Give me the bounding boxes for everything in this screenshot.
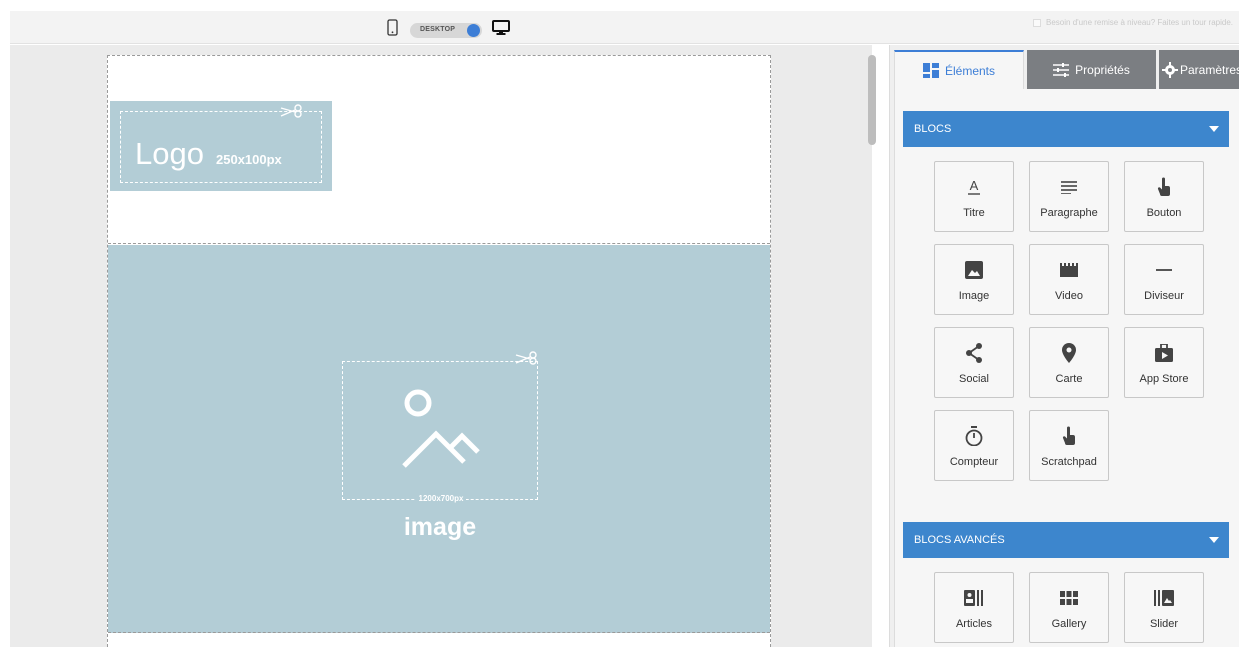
tile-label: App Store — [1139, 373, 1189, 385]
block-tile-gallery[interactable]: Gallery — [1029, 572, 1109, 643]
block-tile-bouton[interactable]: Bouton — [1124, 161, 1204, 232]
advanced-blocs-section-title: BLOCS AVANCÉS — [914, 534, 1005, 546]
mobile-icon[interactable] — [387, 19, 398, 41]
logo-placeholder[interactable]: Logo 250x100px — [110, 101, 332, 191]
tile-label: Diviseur — [1144, 290, 1184, 302]
block-tile-diviseur[interactable]: Diviseur — [1124, 244, 1204, 315]
hero-image-dashed-frame[interactable]: 1200x700px — [342, 361, 539, 503]
scissors-icon[interactable] — [280, 104, 304, 123]
elements-panel: Éléments Propriétés Paramètres BLOCS A T… — [889, 45, 1239, 647]
block-tile-paragraphe[interactable]: Paragraphe — [1029, 161, 1109, 232]
block-tile-slider[interactable]: Slider — [1124, 572, 1204, 643]
block-tile-app-store[interactable]: App Store — [1124, 327, 1204, 398]
tab-elements-label: Éléments — [944, 63, 996, 78]
blocs-section-header[interactable]: BLOCS — [903, 111, 1229, 147]
advanced-blocs-section-header[interactable]: BLOCS AVANCÉS — [903, 522, 1229, 558]
pointer-icon — [1030, 425, 1108, 447]
gallery-icon — [1030, 587, 1108, 609]
scissors-icon[interactable] — [515, 351, 539, 370]
sliders-icon — [1053, 62, 1070, 77]
gear-icon — [1162, 61, 1178, 78]
canvas-scrollbar[interactable] — [868, 55, 876, 145]
block-tile-image[interactable]: Image — [934, 244, 1014, 315]
hero-size-label: 1200x700px — [343, 494, 539, 503]
tile-label: Bouton — [1146, 207, 1182, 219]
tile-label: Scratchpad — [1041, 456, 1097, 468]
quick-tour-checkbox[interactable] — [1033, 18, 1042, 27]
logo-text: Logo — [135, 136, 204, 171]
block-tile-carte[interactable]: Carte — [1029, 327, 1109, 398]
image-icon — [935, 259, 1013, 281]
chevron-down-icon — [1209, 126, 1219, 132]
device-mode-switch[interactable]: DESKTOP — [410, 22, 482, 38]
timer-icon — [935, 425, 1013, 447]
tile-label: Slider — [1149, 618, 1179, 630]
desktop-icon[interactable] — [492, 19, 510, 41]
tile-label: Paragraphe — [1040, 207, 1098, 219]
device-mode-label: DESKTOP — [420, 25, 456, 33]
pointer-icon — [1125, 176, 1203, 198]
device-toggle: DESKTOP — [387, 19, 510, 41]
quick-tour-text: Besoin d'une remise à niveau? Faites un … — [1046, 18, 1233, 27]
tab-elements[interactable]: Éléments — [894, 50, 1024, 89]
tile-label: Carte — [1055, 373, 1083, 385]
tab-settings-label: Paramètres — [1180, 62, 1239, 77]
header-block[interactable]: Logo 250x100px — [108, 56, 770, 244]
top-bar: DESKTOP Besoin d'une remise à niveau? Fa… — [10, 11, 1239, 44]
tab-settings[interactable]: Paramètres — [1159, 50, 1239, 89]
tab-properties[interactable]: Propriétés — [1027, 50, 1156, 89]
svg-text:A: A — [970, 178, 979, 193]
video-icon — [1030, 259, 1108, 281]
divider-icon — [1125, 259, 1203, 281]
title-icon: A — [935, 176, 1013, 198]
email-template: Logo 250x100px 1200x700px image — [107, 55, 771, 647]
block-tile-scratchpad[interactable]: Scratchpad — [1029, 410, 1109, 481]
tile-label: Video — [1055, 290, 1083, 302]
panel-body: BLOCS A Titre Paragraphe Bouton Image Vi… — [894, 89, 1239, 647]
editor-canvas: Logo 250x100px 1200x700px image — [10, 45, 872, 647]
share-icon — [935, 342, 1013, 364]
map-pin-icon — [1030, 342, 1108, 364]
app-store-icon — [1125, 342, 1203, 364]
chevron-down-icon — [1209, 537, 1219, 543]
tile-label: Gallery — [1051, 618, 1087, 630]
image-placeholder-icon — [398, 388, 484, 479]
tile-label: Social — [959, 373, 989, 385]
block-tile-compteur[interactable]: Compteur — [934, 410, 1014, 481]
block-tile-articles[interactable]: Articles — [934, 572, 1014, 643]
hero-image-label: image — [403, 513, 477, 541]
hero-image-block[interactable]: 1200x700px image — [108, 245, 770, 633]
grid-icon — [922, 63, 939, 78]
tile-label: Articles — [955, 618, 993, 630]
tile-label: Titre — [963, 207, 985, 219]
block-tile-titre[interactable]: A Titre — [934, 161, 1014, 232]
quick-tour-option[interactable]: Besoin d'une remise à niveau? Faites un … — [1033, 18, 1233, 27]
blocs-section-title: BLOCS — [914, 123, 952, 135]
block-tile-video[interactable]: Video — [1029, 244, 1109, 315]
articles-icon — [935, 587, 1013, 609]
tab-properties-label: Propriétés — [1075, 62, 1130, 77]
block-tile-social[interactable]: Social — [934, 327, 1014, 398]
switch-knob — [467, 23, 480, 37]
paragraph-icon — [1030, 176, 1108, 198]
slider-icon — [1125, 587, 1203, 609]
logo-size-label: 250x100px — [216, 152, 282, 167]
panel-tabs: Éléments Propriétés Paramètres — [890, 45, 1239, 89]
tile-label: Image — [958, 290, 990, 302]
tile-label: Compteur — [949, 456, 999, 468]
